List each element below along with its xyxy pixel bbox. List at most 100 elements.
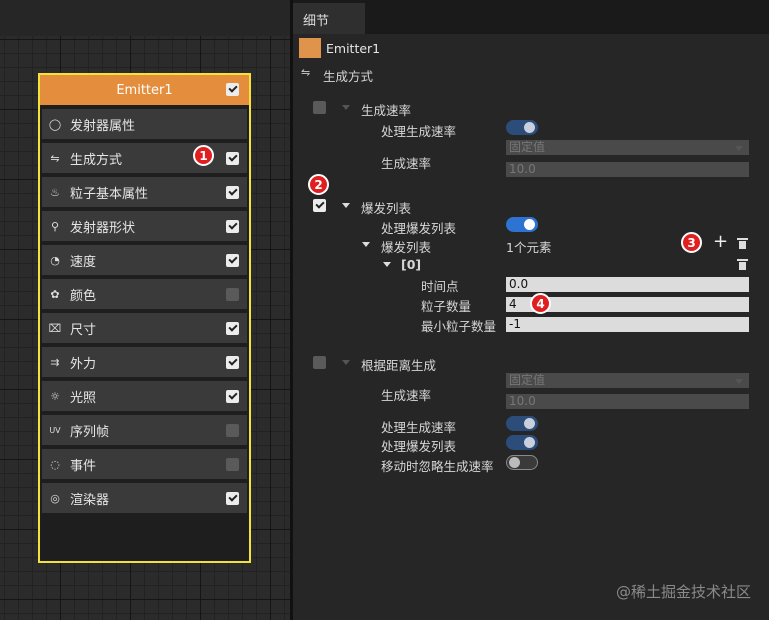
module-item[interactable]: ⌧ 尺寸 [42,313,247,343]
sliders-icon: ⇋ [301,66,311,79]
module-label: 粒子基本属性 [70,186,149,202]
uv-icon: UV [49,425,61,435]
distance-process-burst-toggle[interactable] [506,435,538,450]
distance-process-rate-toggle[interactable] [506,416,538,431]
min-particle-count-field[interactable]: -1 [506,317,749,332]
element-expand-arrow[interactable] [383,262,391,267]
process-burst-toggle[interactable] [506,217,538,232]
element-index-label: [0] [401,257,422,272]
module-label: 事件 [70,458,97,474]
sun-icon: ☼ [50,389,60,403]
module-item[interactable]: ⇋ 生成方式 [42,143,247,173]
module-enabled-checkbox[interactable] [226,390,239,403]
distance-mode-dropdown[interactable]: 固定值 [506,373,749,388]
distance-rate-value-field[interactable]: 10.0 [506,394,749,409]
module-label: 序列帧 [70,424,110,440]
module-item[interactable]: ◔ 速度 [42,245,247,275]
module-label: 外力 [70,356,97,372]
module-enabled-checkbox[interactable] [226,458,239,471]
module-item[interactable]: ♨ 粒子基本属性 [42,177,247,207]
burst-list-checkbox[interactable] [313,199,326,212]
module-item[interactable]: ☼ 光照 [42,381,247,411]
burst-header: 爆发列表 [361,201,412,216]
burst-list-count: 1个元素 [506,240,552,255]
emitter-enabled-checkbox[interactable] [226,83,239,96]
ignore-rate-when-moving-label: 移动时忽略生成速率 [381,459,494,474]
module-enabled-checkbox[interactable] [226,152,239,165]
palette-icon: ✿ [50,287,60,301]
spawn-by-distance-header: 根据距离生成 [361,358,437,373]
burst-list-label: 爆发列表 [381,240,432,255]
burst-expand-arrow[interactable] [342,203,350,208]
module-item[interactable]: UV 序列帧 [42,415,247,445]
module-label: 生成方式 [70,152,123,168]
module-label: 颜色 [70,288,97,304]
spawn-rate-header: 生成速率 [361,103,412,118]
annotation-badge-2: 2 [308,174,329,195]
dropdown-arrow-icon [735,379,743,384]
module-label: 光照 [70,390,97,406]
process-burst-label: 处理爆发列表 [381,221,457,236]
ignore-rate-when-moving-toggle[interactable] [506,455,538,470]
module-item[interactable]: ◎ 渲染器 [42,483,247,513]
module-enabled-checkbox[interactable] [226,322,239,335]
distance-rate-label: 生成速率 [381,388,432,403]
tab-details[interactable]: 细节 [293,3,365,34]
location-pin-icon: ⚲ [50,219,60,233]
spawn-rate-checkbox[interactable] [313,101,326,114]
spawn-rate-mode-dropdown[interactable]: 固定值 [506,140,749,155]
time-label: 时间点 [421,279,459,294]
emitter-node-header[interactable]: Emitter1 [40,75,249,105]
details-panel: 细节 Emitter1 ⇋ 生成方式 生成速率 处理生成速率 生成速率 固定值 … [293,0,769,620]
emitter-node-title: Emitter1 [116,82,173,98]
distance-expand-arrow[interactable] [342,360,350,365]
watermark: @稀土掘金技术社区 [615,583,751,601]
module-label: 速度 [70,254,97,270]
graph-panel: Emitter1 ◯ 发射器属性 ⇋ 生成方式 ♨ 粒子基本属性 ⚲ 发射器形状 ◔ 速度 ✿ 颜色 ⌧… [0,0,290,620]
emitter-color-swatch [299,38,321,58]
annotation-badge-4: 4 [530,293,551,314]
module-enabled-checkbox[interactable] [226,288,239,301]
emitter-node[interactable]: Emitter1 ◯ 发射器属性 ⇋ 生成方式 ♨ 粒子基本属性 ⚲ 发射器形状 ◔ 速度 ✿ 颜色 ⌧… [38,73,251,563]
module-item[interactable]: ⇉ 外力 [42,347,247,377]
module-item[interactable]: ⚲ 发射器形状 [42,211,247,241]
dashed-circle-icon: ◌ [50,457,60,471]
emitter-name: Emitter1 [326,41,381,56]
arrows-icon: ⇉ [50,355,60,369]
module-enabled-checkbox[interactable] [226,356,239,369]
ruler-icon: ⌧ [48,321,62,335]
module-label: 发射器属性 [70,118,136,134]
particle-count-label: 粒子数量 [421,299,472,314]
spawn-rate-value-field[interactable]: 10.0 [506,162,749,177]
section-title: 生成方式 [323,69,374,84]
delete-list-icon[interactable] [737,237,748,249]
tab-bar: 细节 [293,0,769,34]
annotation-badge-3: 3 [681,232,702,253]
module-enabled-checkbox[interactable] [226,220,239,233]
process-spawn-rate-toggle[interactable] [506,120,538,135]
burst-list-expand-arrow[interactable] [362,242,370,247]
fingerprint-icon: ◎ [50,491,60,505]
time-field[interactable]: 0.0 [506,277,749,292]
module-enabled-checkbox[interactable] [226,186,239,199]
module-enabled-checkbox[interactable] [226,254,239,267]
annotation-badge-1: 1 [193,145,214,166]
circle-icon: ◯ [48,117,62,131]
module-label: 发射器形状 [70,220,136,236]
module-enabled-checkbox[interactable] [226,492,239,505]
sliders-icon: ⇋ [50,151,60,165]
spawn-by-distance-checkbox[interactable] [313,356,326,369]
distance-process-rate-label: 处理生成速率 [381,420,457,435]
module-label: 尺寸 [70,322,97,338]
module-item[interactable]: ✿ 颜色 [42,279,247,309]
add-element-icon[interactable]: + [713,233,728,251]
module-item[interactable]: ◌ 事件 [42,449,247,479]
flame-icon: ♨ [50,185,60,199]
module-enabled-checkbox[interactable] [226,424,239,437]
distance-process-burst-label: 处理爆发列表 [381,439,457,454]
speedometer-icon: ◔ [50,253,60,267]
module-item[interactable]: ◯ 发射器属性 [42,109,247,139]
delete-element-icon[interactable] [737,258,748,270]
spawn-rate-expand-arrow[interactable] [342,105,350,110]
spawn-rate-label: 生成速率 [381,156,432,171]
